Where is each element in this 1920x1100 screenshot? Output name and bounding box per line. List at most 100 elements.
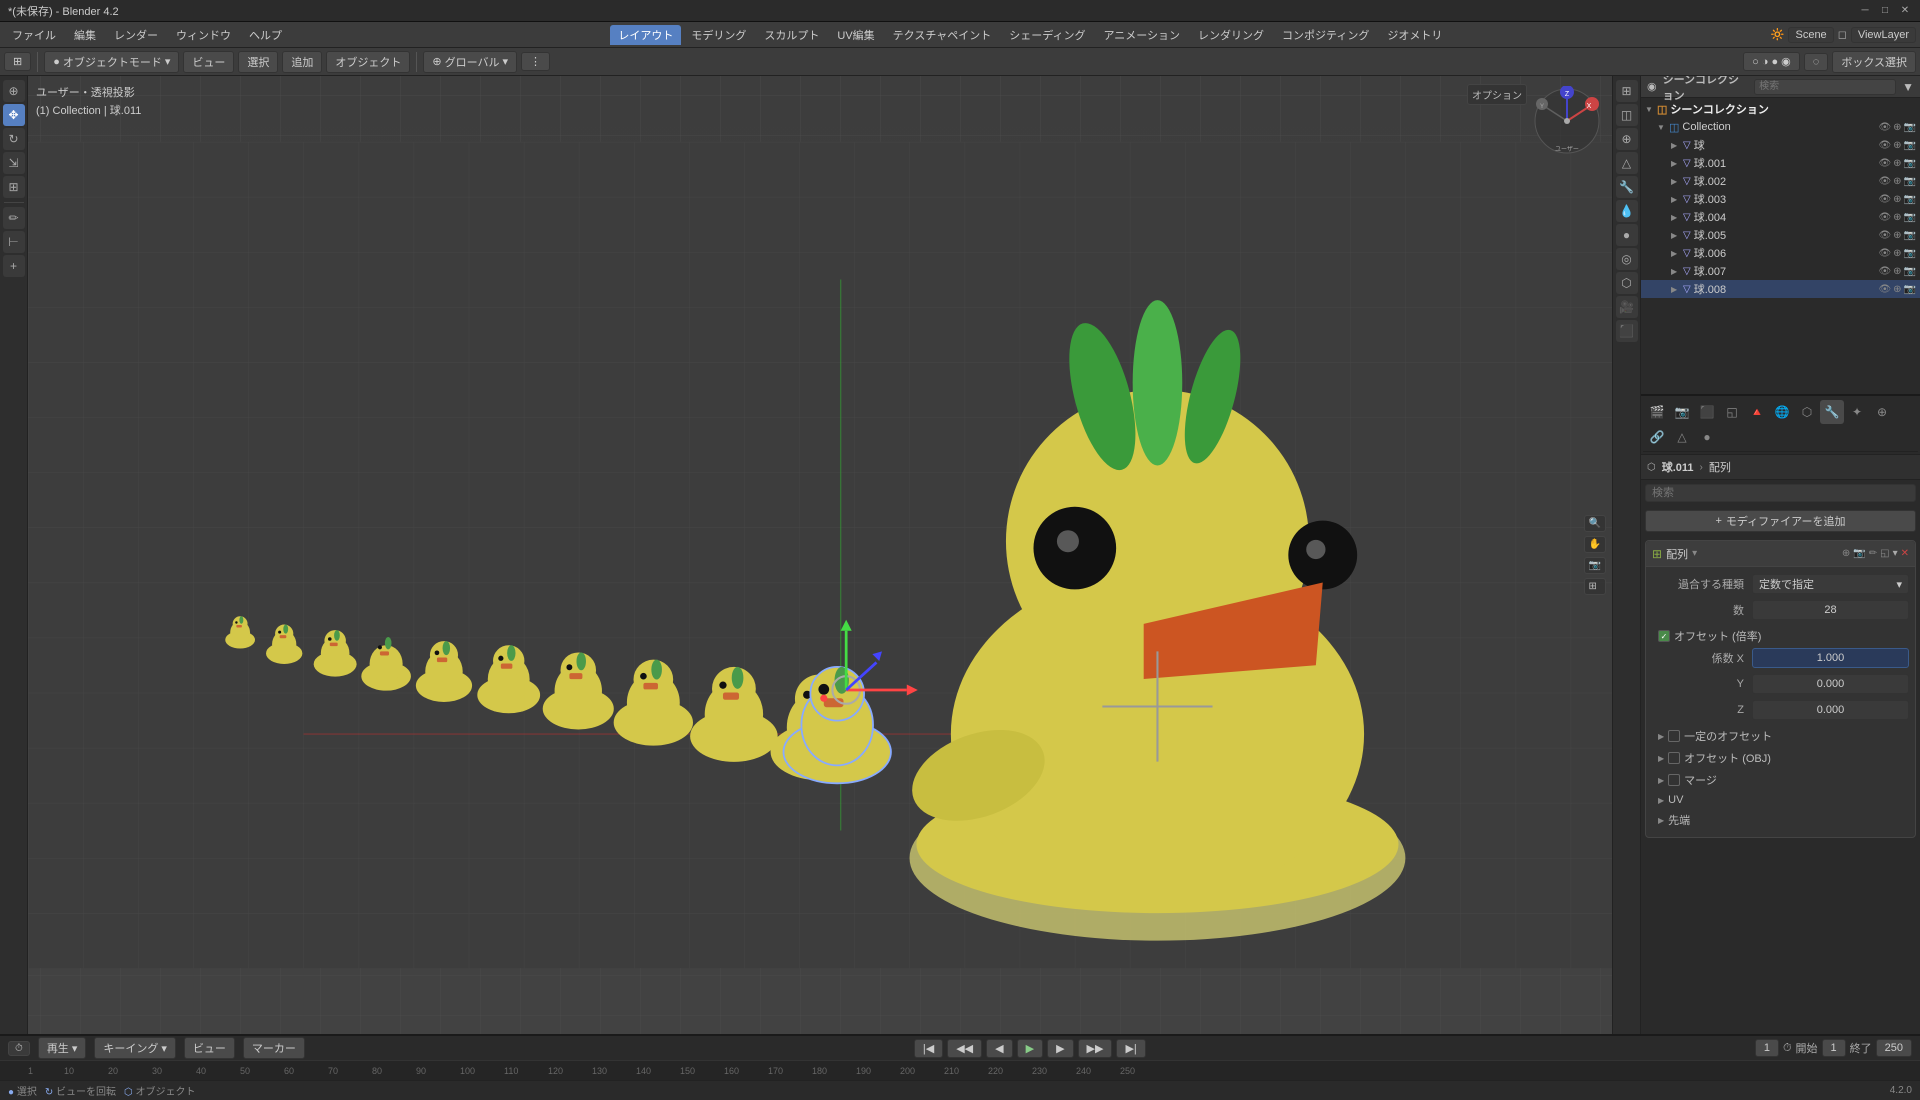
render-icon7[interactable]: 📷 bbox=[1904, 230, 1916, 241]
viewport-icon10[interactable]: ⊕ bbox=[1893, 284, 1901, 295]
add-modifier-button[interactable]: + モディファイアーを追加 bbox=[1645, 510, 1916, 532]
menu-render[interactable]: レンダー bbox=[106, 25, 166, 45]
outliner-item-ball004[interactable]: ▶ ▽ 球.004 👁 ⊕ 📷 bbox=[1641, 208, 1920, 226]
modifier-delete-icon[interactable]: ✕ bbox=[1901, 548, 1909, 559]
tab-view-layer[interactable]: ◱ bbox=[1720, 400, 1744, 424]
grid-btn[interactable]: ⊞ bbox=[1584, 578, 1606, 595]
tab-uv[interactable]: UV編集 bbox=[829, 25, 882, 45]
rt-tool-7[interactable]: ● bbox=[1616, 224, 1638, 246]
coeff-y-value[interactable]: 0.000 bbox=[1752, 674, 1909, 694]
zoom-in-btn[interactable]: 🔍 bbox=[1584, 515, 1606, 532]
prev-keyframe-btn[interactable]: ◀◀ bbox=[947, 1039, 982, 1058]
viewport-icon2[interactable]: ⊕ bbox=[1893, 140, 1901, 151]
tab-scene-props[interactable]: 🔺 bbox=[1745, 400, 1769, 424]
modifier-type-dropdown[interactable]: ▾ bbox=[1692, 548, 1697, 559]
editor-type-timeline[interactable]: ⏱ bbox=[8, 1041, 30, 1056]
scene-canvas[interactable]: ユーザー・透視投影 (1) Collection | 球.011 X Y bbox=[28, 76, 1612, 1034]
rt-tool-10[interactable]: 🎥 bbox=[1616, 296, 1638, 318]
editor-type-btn[interactable]: ⊞ bbox=[4, 52, 31, 71]
select-btn[interactable]: 選択 bbox=[238, 51, 278, 73]
pan-btn[interactable]: ✋ bbox=[1584, 536, 1606, 553]
tab-data[interactable]: △ bbox=[1670, 425, 1694, 449]
navigation-gizmo[interactable]: X Y Z ユーザー bbox=[1532, 86, 1602, 156]
end-frame-input[interactable]: 250 bbox=[1876, 1039, 1912, 1057]
timeline-view-btn[interactable]: ビュー bbox=[184, 1037, 235, 1059]
coeff-z-value[interactable]: 0.000 bbox=[1752, 700, 1909, 720]
outliner-search[interactable] bbox=[1754, 79, 1896, 95]
eye-icon8[interactable]: 👁 bbox=[1878, 248, 1891, 259]
transform-mode[interactable]: ⊕ グローバル ▾ bbox=[423, 51, 517, 73]
view-btn[interactable]: ビュー bbox=[183, 51, 234, 73]
tab-rendering[interactable]: レンダリング bbox=[1190, 25, 1272, 45]
rt-tool-2[interactable]: ◫ bbox=[1616, 104, 1638, 126]
rt-tool-4[interactable]: △ bbox=[1616, 152, 1638, 174]
annotate-tool[interactable]: ✏ bbox=[3, 207, 25, 229]
rt-tool-6[interactable]: 💧 bbox=[1616, 200, 1638, 222]
rt-tool-9[interactable]: ⬡ bbox=[1616, 272, 1638, 294]
eye-icon4[interactable]: 👁 bbox=[1878, 176, 1891, 187]
viewport-icon3[interactable]: ⊕ bbox=[1893, 158, 1901, 169]
tab-geometry[interactable]: ジオメトリ bbox=[1379, 25, 1450, 45]
eye-icon9[interactable]: 👁 bbox=[1878, 266, 1891, 277]
render-icon3[interactable]: 📷 bbox=[1904, 158, 1916, 169]
tab-material[interactable]: ● bbox=[1695, 425, 1719, 449]
outliner-item-ball005[interactable]: ▶ ▽ 球.005 👁 ⊕ 📷 bbox=[1641, 226, 1920, 244]
eye-icon5[interactable]: 👁 bbox=[1878, 194, 1891, 205]
cap-toggle[interactable]: ▶ 先端 bbox=[1652, 809, 1909, 831]
eye-icon2[interactable]: 👁 bbox=[1878, 140, 1891, 151]
eye-icon6[interactable]: 👁 bbox=[1878, 212, 1891, 223]
tab-texture[interactable]: テクスチャペイント bbox=[885, 25, 1000, 45]
option-btn[interactable]: オプション bbox=[1467, 84, 1527, 105]
outliner-item-collection[interactable]: ▼ ◫ Collection 👁 ⊕ 📷 bbox=[1641, 118, 1920, 136]
render-icon9[interactable]: 📷 bbox=[1904, 266, 1916, 277]
viewlayer-selector[interactable]: ViewLayer bbox=[1851, 27, 1916, 43]
add-tool[interactable]: + bbox=[3, 255, 25, 277]
render-icon8[interactable]: 📷 bbox=[1904, 248, 1916, 259]
jump-start-btn[interactable]: |◀ bbox=[914, 1039, 943, 1058]
jump-end-btn[interactable]: ▶| bbox=[1116, 1039, 1145, 1058]
outliner-item-ball007[interactable]: ▶ ▽ 球.007 👁 ⊕ 📷 bbox=[1641, 262, 1920, 280]
maximize-button[interactable]: □ bbox=[1878, 4, 1892, 18]
scene-selector[interactable]: Scene bbox=[1788, 27, 1833, 43]
outliner-item-ball[interactable]: ▶ ▽ 球 👁 ⊕ 📷 bbox=[1641, 136, 1920, 154]
mode-select[interactable]: ● オブジェクトモード ▾ bbox=[44, 51, 179, 73]
camera-btn[interactable]: 📷 bbox=[1584, 557, 1606, 574]
eye-icon7[interactable]: 👁 bbox=[1878, 230, 1891, 241]
prev-frame-btn[interactable]: ◀ bbox=[986, 1039, 1012, 1058]
modifier-edit-icon[interactable]: ✏ bbox=[1869, 548, 1877, 559]
rotate-tool[interactable]: ↻ bbox=[3, 128, 25, 150]
render-icon[interactable]: 📷 bbox=[1904, 122, 1916, 133]
current-frame-input[interactable]: 1 bbox=[1755, 1039, 1779, 1057]
close-button[interactable]: ✕ bbox=[1898, 4, 1912, 18]
eye-icon3[interactable]: 👁 bbox=[1878, 158, 1891, 169]
constant-offset-toggle[interactable]: ▶ 一定のオフセット bbox=[1652, 725, 1909, 747]
snap-btn[interactable]: ⋮ bbox=[521, 52, 550, 71]
modifier-render-icon[interactable]: 📷 bbox=[1853, 548, 1865, 559]
render-icon10[interactable]: 📷 bbox=[1904, 284, 1916, 295]
offset-toggle[interactable]: ✓ オフセット (倍率) bbox=[1652, 625, 1909, 647]
tab-physics[interactable]: ⊕ bbox=[1870, 400, 1894, 424]
outliner-item-ball002[interactable]: ▶ ▽ 球.002 👁 ⊕ 📷 bbox=[1641, 172, 1920, 190]
rt-tool-5[interactable]: 🔧 bbox=[1616, 176, 1638, 198]
menu-help[interactable]: ヘルプ bbox=[241, 25, 290, 45]
tab-modeling[interactable]: モデリング bbox=[683, 25, 754, 45]
tab-object[interactable]: ⬡ bbox=[1795, 400, 1819, 424]
outliner-item-scene-collection[interactable]: ▼ ◫ シーンコレクション bbox=[1641, 100, 1920, 118]
minimize-button[interactable]: ─ bbox=[1858, 4, 1872, 18]
select-mode-btn[interactable]: ボックス選択 bbox=[1832, 51, 1916, 73]
outliner-item-ball003[interactable]: ▶ ▽ 球.003 👁 ⊕ 📷 bbox=[1641, 190, 1920, 208]
measure-tool[interactable]: ⊢ bbox=[3, 231, 25, 253]
add-btn[interactable]: 追加 bbox=[282, 51, 322, 73]
tab-output[interactable]: ⬛ bbox=[1695, 400, 1719, 424]
move-tool[interactable]: ✥ bbox=[3, 104, 25, 126]
tab-shading[interactable]: シェーディング bbox=[1001, 25, 1093, 45]
keying-btn[interactable]: キーイング ▾ bbox=[94, 1037, 176, 1059]
rt-tool-1[interactable]: ⊞ bbox=[1616, 80, 1638, 102]
tab-constraints[interactable]: 🔗 bbox=[1645, 425, 1669, 449]
modifier-realtime-icon[interactable]: ⊕ bbox=[1842, 548, 1850, 559]
cursor-tool[interactable]: ⊕ bbox=[3, 80, 25, 102]
viewport-icon[interactable]: ⊕ bbox=[1893, 122, 1901, 133]
tab-sculpting[interactable]: スカルプト bbox=[756, 25, 827, 45]
viewport-icon6[interactable]: ⊕ bbox=[1893, 212, 1901, 223]
menu-window[interactable]: ウィンドウ bbox=[168, 25, 239, 45]
